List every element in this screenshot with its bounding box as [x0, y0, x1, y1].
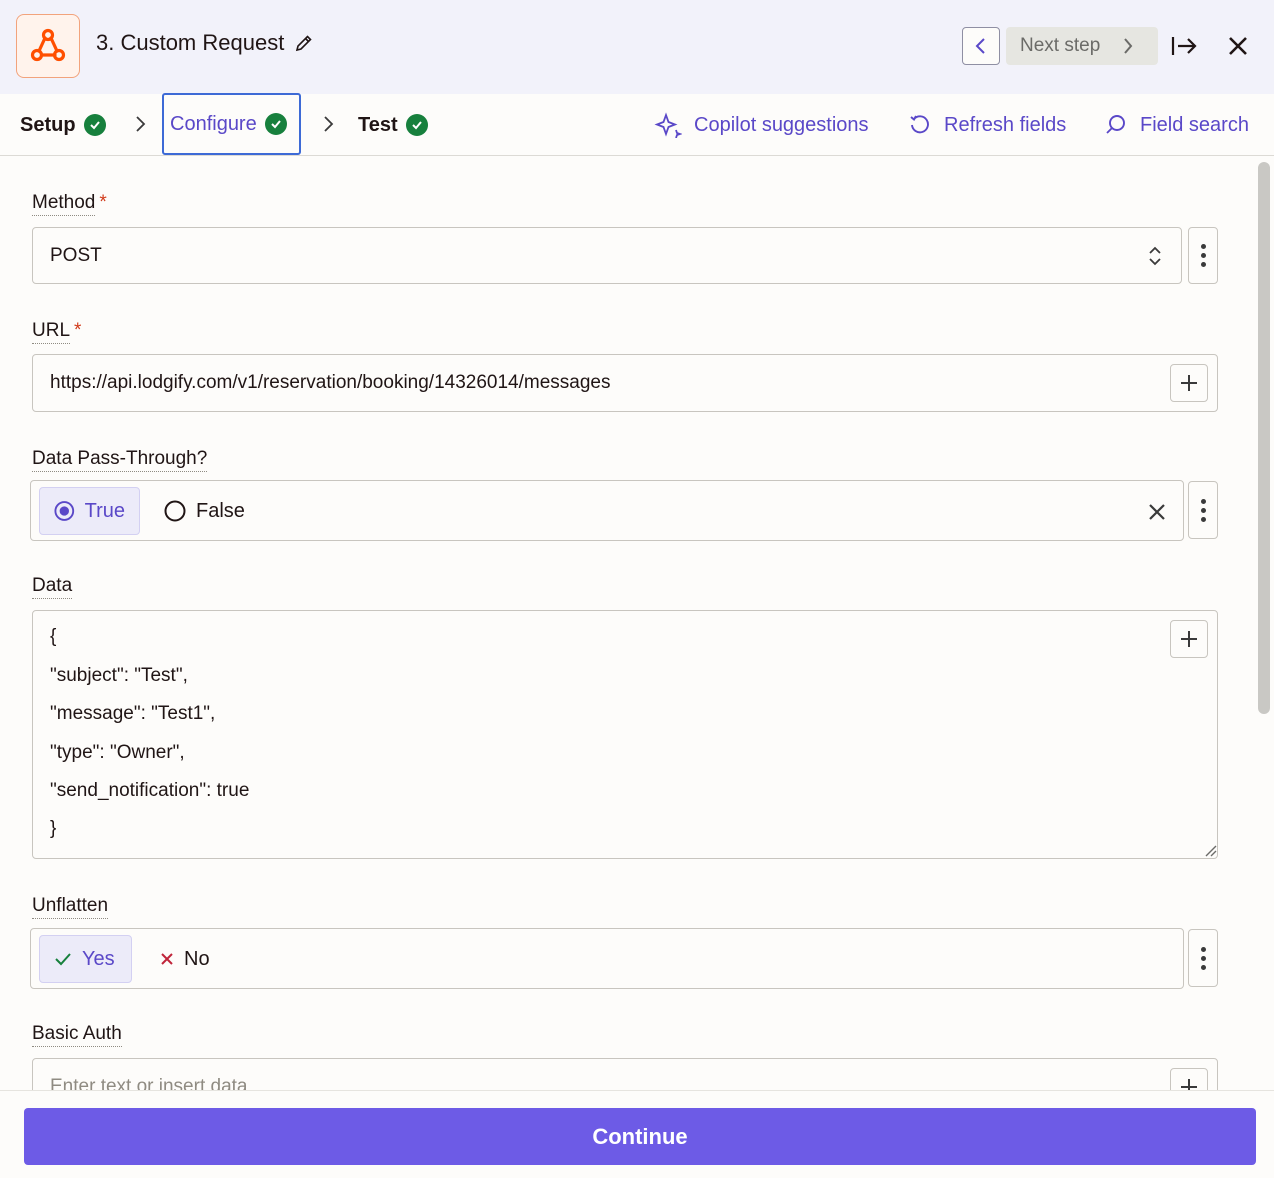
basic-auth-placeholder: Enter text or insert data	[50, 1076, 248, 1090]
close-button[interactable]	[1222, 30, 1254, 62]
required-asterisk: *	[99, 192, 107, 213]
chevron-left-icon	[975, 38, 985, 54]
expand-panel-button[interactable]	[1168, 30, 1200, 62]
footer-bar: Continue	[0, 1090, 1274, 1178]
tab-configure[interactable]: Configure	[162, 93, 301, 155]
chevron-right-icon	[324, 116, 334, 132]
previous-step-button[interactable]	[962, 27, 1000, 65]
step-tabs-bar: Setup Configure Test Copilot suggestions…	[0, 93, 1274, 156]
close-icon	[1229, 37, 1247, 55]
check-circle-icon	[405, 114, 428, 136]
method-more-options-button[interactable]	[1188, 227, 1218, 284]
tab-setup-label: Setup	[20, 113, 76, 136]
method-field-label: Method *	[32, 192, 107, 216]
url-field-label: URL *	[32, 320, 82, 344]
unflatten-no-option[interactable]: No	[160, 935, 210, 983]
data-field-label: Data	[32, 575, 73, 599]
resize-handle-icon[interactable]	[1203, 843, 1217, 857]
step-title[interactable]: 3. Custom Request	[96, 30, 314, 56]
chevron-up-down-icon	[1149, 246, 1161, 266]
insert-data-button[interactable]	[1170, 364, 1208, 402]
field-search-button[interactable]: Field search	[1104, 94, 1249, 156]
data-textarea[interactable]: { "subject": "Test", "message": "Test1",…	[32, 610, 1218, 859]
check-icon	[55, 953, 71, 966]
data-label-text: Data	[32, 575, 73, 599]
data-line: }	[50, 818, 57, 839]
copilot-suggestions-label: Copilot suggestions	[694, 113, 869, 136]
edit-pencil-icon[interactable]	[294, 33, 314, 53]
unflatten-more-options-button[interactable]	[1188, 929, 1218, 987]
next-step-label: Next step	[1020, 35, 1101, 56]
basic-auth-field-label: Basic Auth	[32, 1023, 122, 1047]
webhook-app-icon	[16, 14, 80, 78]
tab-test[interactable]: Test	[358, 94, 428, 156]
pass-through-true-option[interactable]: True	[39, 487, 140, 535]
data-line: {	[50, 626, 57, 647]
copilot-suggestions-button[interactable]: Copilot suggestions	[654, 94, 869, 156]
clear-icon[interactable]	[1148, 503, 1166, 521]
plus-icon	[1181, 1079, 1197, 1090]
radio-selected-icon	[54, 501, 75, 521]
x-icon	[161, 953, 173, 965]
check-circle-icon	[264, 113, 287, 135]
unflatten-field-label: Unflatten	[32, 895, 109, 919]
basic-auth-label-text: Basic Auth	[32, 1023, 122, 1047]
step-header: 3. Custom Request Next step	[0, 0, 1274, 94]
refresh-fields-label: Refresh fields	[944, 113, 1067, 136]
sparkle-icon	[654, 112, 682, 138]
plus-icon	[1181, 631, 1197, 647]
pass-through-field-label: Data Pass-Through?	[32, 448, 208, 472]
data-line: "message": "Test1",	[50, 703, 216, 724]
pass-through-label-text: Data Pass-Through?	[32, 448, 208, 472]
method-select[interactable]: POST	[32, 227, 1182, 284]
chevron-right-icon	[136, 116, 146, 132]
configure-form: Method * POST URL * https://api.lodgify.co…	[0, 156, 1250, 1090]
refresh-icon	[910, 115, 929, 134]
url-label-text: URL	[32, 320, 71, 344]
data-line: "subject": "Test",	[50, 665, 188, 686]
basic-auth-input[interactable]: Enter text or insert data	[32, 1058, 1218, 1090]
refresh-fields-button[interactable]: Refresh fields	[908, 94, 1066, 156]
pass-through-false-option[interactable]: False	[164, 487, 245, 535]
scrollbar-thumb[interactable]	[1258, 162, 1270, 714]
tab-configure-label: Configure	[170, 112, 257, 135]
pass-through-true-label: True	[84, 499, 125, 522]
field-search-label: Field search	[1140, 113, 1249, 136]
arrow-right-to-line-icon	[1171, 37, 1197, 55]
method-value: POST	[50, 245, 102, 266]
unflatten-yes-option[interactable]: Yes	[39, 935, 132, 983]
radio-unselected-icon	[164, 500, 186, 522]
required-asterisk: *	[74, 320, 82, 341]
tab-setup[interactable]: Setup	[20, 94, 106, 156]
method-label-text: Method	[32, 192, 96, 216]
continue-button[interactable]: Continue	[24, 1108, 1256, 1165]
chevron-right-icon	[1124, 38, 1133, 54]
pass-through-radio-group: True False	[30, 480, 1184, 541]
data-line: "send_notification": true	[50, 780, 250, 801]
unflatten-radio-group: Yes No	[30, 928, 1184, 989]
tab-test-label: Test	[358, 113, 398, 136]
insert-data-button[interactable]	[1170, 620, 1208, 658]
search-icon	[1106, 115, 1125, 134]
next-step-button[interactable]: Next step	[1006, 27, 1158, 65]
scrollbar[interactable]	[1254, 160, 1274, 1090]
plus-icon	[1181, 375, 1197, 391]
data-line: "type": "Owner",	[50, 742, 185, 763]
pass-through-false-label: False	[196, 499, 245, 522]
pass-through-more-options-button[interactable]	[1188, 481, 1218, 539]
url-value: https://api.lodgify.com/v1/reservation/b…	[50, 372, 611, 393]
unflatten-label-text: Unflatten	[32, 895, 109, 919]
url-input[interactable]: https://api.lodgify.com/v1/reservation/b…	[32, 354, 1218, 412]
unflatten-no-label: No	[184, 947, 210, 970]
step-title-text: 3. Custom Request	[96, 30, 285, 55]
unflatten-yes-label: Yes	[82, 947, 115, 970]
check-circle-icon	[83, 114, 106, 136]
insert-data-button[interactable]	[1170, 1068, 1208, 1090]
